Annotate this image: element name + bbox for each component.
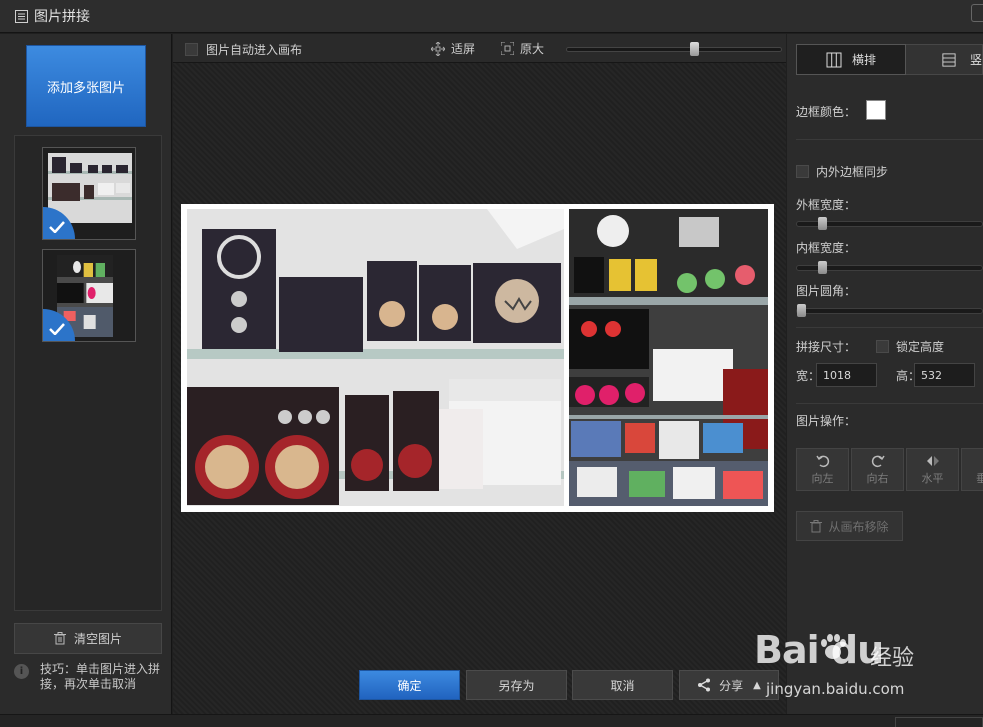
tab-vertical[interactable]: 竖 <box>906 44 983 75</box>
size-label: 拼接尺寸： <box>796 340 857 354</box>
zoom-slider[interactable] <box>566 42 782 56</box>
border-color-label: 边框颜色： <box>796 105 857 119</box>
tip-text: 技巧：单击图片进入拼接，再次单击取消 <box>40 662 161 691</box>
image-ops-label: 图片操作： <box>796 414 857 428</box>
window-title: 图片拼接 <box>34 9 90 25</box>
rows-icon <box>942 52 956 67</box>
window-control-button[interactable] <box>971 4 983 22</box>
flip-horizontal-button[interactable]: 水平 <box>906 448 959 491</box>
border-color-swatch[interactable] <box>866 100 886 120</box>
columns-icon <box>826 52 842 67</box>
collage-photo-speakers[interactable] <box>187 209 564 506</box>
collage-canvas[interactable] <box>181 204 774 512</box>
trash-icon <box>810 519 823 532</box>
rotate-left-button[interactable]: 向左 <box>796 448 849 491</box>
left-panel: 添加多张图片 清空图片 i 技巧：单击图片进入拼接，再次单击取消 <box>0 34 172 714</box>
corner-radius-handle[interactable] <box>797 304 806 317</box>
cancel-button[interactable]: 取消 <box>572 670 673 700</box>
lock-height-checkbox[interactable]: 锁定高度 <box>876 338 944 355</box>
remove-from-canvas-label: 从画布移除 <box>828 519 889 534</box>
rotate-right-button[interactable]: 向右 <box>851 448 904 491</box>
flip-horizontal-icon <box>926 455 939 466</box>
rotate-right-label: 向右 <box>866 471 889 485</box>
height-input[interactable] <box>914 363 975 387</box>
title-bar: 图片拼接 <box>0 0 983 33</box>
tip: i 技巧：单击图片进入拼接，再次单击取消 <box>14 662 164 692</box>
thumbnail-list <box>14 135 162 611</box>
original-size-button[interactable]: 原大 <box>501 40 544 57</box>
divider <box>796 139 983 140</box>
auto-enter-checkbox[interactable]: 图片自动进入画布 <box>185 41 302 58</box>
fit-screen-button[interactable]: 适屏 <box>431 40 475 57</box>
tab-horizontal-label: 横排 <box>851 53 876 67</box>
tab-vertical-label: 竖 <box>969 53 982 67</box>
flip-vertical-label: 垂 <box>976 471 983 485</box>
check-icon <box>49 323 65 335</box>
outer-width-slider[interactable] <box>796 217 983 230</box>
remove-from-canvas-button[interactable]: 从画布移除 <box>796 511 903 541</box>
share-button[interactable]: 分享 ▲ <box>679 670 779 700</box>
info-icon: i <box>14 664 29 679</box>
checkbox-box <box>876 340 889 353</box>
thumbnail-1[interactable] <box>42 147 136 240</box>
divider <box>796 327 983 328</box>
check-icon <box>49 221 65 233</box>
flip-horizontal-label: 水平 <box>921 471 944 485</box>
outer-width-handle[interactable] <box>818 217 827 230</box>
chevron-up-icon: ▲ <box>753 679 761 691</box>
width-input[interactable] <box>816 363 877 387</box>
auto-enter-label: 图片自动进入画布 <box>206 43 303 57</box>
status-bar <box>0 714 983 727</box>
rotate-left-icon <box>815 455 829 467</box>
divider <box>796 403 983 404</box>
confirm-button[interactable]: 确定 <box>359 670 460 700</box>
original-size-label: 原大 <box>520 42 545 56</box>
checkbox-box <box>185 43 198 56</box>
clear-images-button[interactable]: 清空图片 <box>14 623 162 654</box>
settings-panel: 横排 竖 边框颜色： 内外边框同步 外框宽度： 内框宽度： 图片圆角： 拼接尺寸… <box>787 34 983 714</box>
original-size-icon <box>501 42 514 55</box>
inner-width-slider[interactable] <box>796 261 983 274</box>
canvas-area: 图片自动进入画布 适屏 原大 确定 另存为 取消 分享 ▲ <box>173 34 786 714</box>
sync-borders-label: 内外边框同步 <box>816 165 889 179</box>
sync-borders-checkbox[interactable]: 内外边框同步 <box>796 163 888 180</box>
inner-width-label: 内框宽度： <box>796 241 857 255</box>
canvas-toolbar: 图片自动进入画布 适屏 原大 <box>173 34 786 63</box>
corner-radius-slider[interactable] <box>796 304 983 317</box>
rotate-left-label: 向左 <box>811 471 834 485</box>
share-icon <box>698 678 711 692</box>
tab-horizontal[interactable]: 横排 <box>796 44 906 75</box>
flip-vertical-button[interactable]: 垂 <box>961 448 983 491</box>
lock-height-label: 锁定高度 <box>896 340 945 354</box>
thumbnail-2[interactable] <box>42 249 136 342</box>
fit-screen-icon <box>431 41 445 56</box>
layout-tabs: 横排 竖 <box>796 44 983 75</box>
inner-width-handle[interactable] <box>818 261 827 274</box>
share-label: 分享 <box>719 678 744 693</box>
add-images-button[interactable]: 添加多张图片 <box>26 45 146 127</box>
save-as-button[interactable]: 另存为 <box>466 670 567 700</box>
list-icon <box>15 9 28 23</box>
rotate-right-icon <box>871 455 885 467</box>
fit-screen-label: 适屏 <box>451 42 476 56</box>
checkbox-box <box>796 165 809 178</box>
corner-radius-label: 图片圆角： <box>796 284 857 298</box>
clear-images-label: 清空图片 <box>73 632 122 646</box>
trash-icon <box>53 632 66 645</box>
collage-photo-shelf[interactable] <box>569 209 768 506</box>
outer-width-label: 外框宽度： <box>796 198 857 212</box>
status-bar-button[interactable] <box>895 717 983 727</box>
zoom-slider-handle[interactable] <box>690 42 699 56</box>
